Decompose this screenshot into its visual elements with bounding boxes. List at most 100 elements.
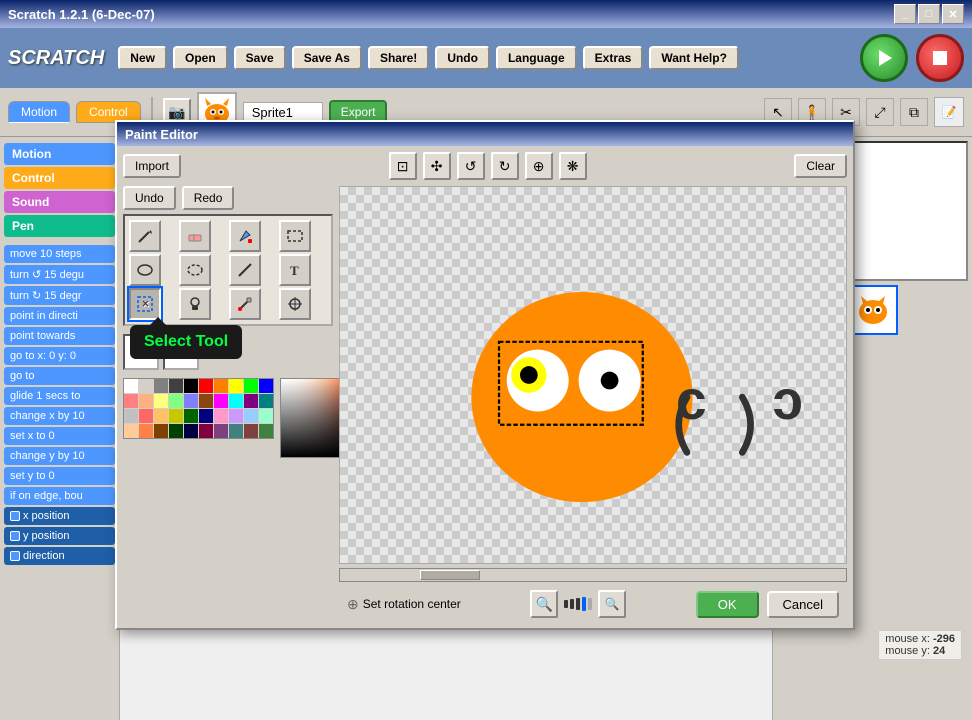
fill-tool[interactable]	[229, 220, 261, 252]
block-set-x[interactable]: set x to 0	[4, 427, 115, 445]
color-swatch[interactable]	[154, 379, 168, 393]
block-set-y[interactable]: set y to 0	[4, 467, 115, 485]
block-edge-bounce[interactable]: if on edge, bou	[4, 487, 115, 505]
color-swatch[interactable]	[214, 409, 228, 423]
color-swatch[interactable]	[139, 394, 153, 408]
color-swatch[interactable]	[184, 424, 198, 438]
stamp-tool[interactable]	[179, 288, 211, 320]
pe-cancel-button[interactable]: Cancel	[767, 591, 839, 618]
color-swatch[interactable]	[214, 424, 228, 438]
color-swatch[interactable]	[229, 379, 243, 393]
green-flag-button[interactable]	[860, 34, 908, 82]
ellipse-tool[interactable]	[129, 254, 161, 286]
crosshair-tool[interactable]	[279, 288, 311, 320]
color-swatch[interactable]	[139, 424, 153, 438]
tab-motion[interactable]: Motion	[8, 101, 70, 123]
color-swatch[interactable]	[169, 379, 183, 393]
rect-select-tool[interactable]	[279, 220, 311, 252]
block-point-direction[interactable]: point in directi	[4, 307, 115, 325]
block-glide[interactable]: glide 1 secs to	[4, 387, 115, 405]
block-move[interactable]: move 10 steps	[4, 245, 115, 263]
category-control[interactable]: Control	[4, 167, 115, 189]
pe-import-button[interactable]: Import	[123, 154, 181, 178]
expand-tool[interactable]: ⤢	[866, 98, 894, 126]
block-point-towards[interactable]: point towards	[4, 327, 115, 345]
color-swatch[interactable]	[169, 394, 183, 408]
block-y-position[interactable]: y position	[4, 527, 115, 545]
category-sound[interactable]: Sound	[4, 191, 115, 213]
maximize-button[interactable]: □	[918, 4, 940, 24]
color-swatch[interactable]	[259, 409, 273, 423]
block-turn-ccw[interactable]: turn ↺ 15 degu	[4, 265, 115, 284]
color-swatch[interactable]	[214, 379, 228, 393]
color-swatch[interactable]	[124, 394, 138, 408]
zoom-out-button[interactable]: 🔍	[530, 590, 558, 618]
block-change-x[interactable]: change x by 10	[4, 407, 115, 425]
color-swatch[interactable]	[184, 379, 198, 393]
category-motion[interactable]: Motion	[4, 143, 115, 165]
pe-ok-button[interactable]: OK	[696, 591, 759, 618]
pe-clear-button[interactable]: Clear	[794, 154, 847, 178]
ellipse-select-tool[interactable]	[179, 254, 211, 286]
color-swatch[interactable]	[139, 409, 153, 423]
color-swatch[interactable]	[259, 379, 273, 393]
block-x-position[interactable]: x position	[4, 507, 115, 525]
color-swatch[interactable]	[244, 379, 258, 393]
share-button[interactable]: Share!	[368, 46, 429, 70]
pe-horizontal-scrollbar[interactable]	[339, 568, 847, 582]
color-swatch[interactable]	[199, 424, 213, 438]
color-swatch[interactable]	[229, 424, 243, 438]
color-swatch[interactable]	[184, 409, 198, 423]
color-swatch[interactable]	[139, 379, 153, 393]
pe-move-icon[interactable]: ⊕	[525, 152, 553, 180]
block-direction[interactable]: direction	[4, 547, 115, 565]
pencil-tool[interactable]	[129, 220, 161, 252]
help-button[interactable]: Want Help?	[649, 46, 739, 70]
eyedropper-tool[interactable]	[229, 288, 261, 320]
pe-redo-button[interactable]: Redo	[182, 186, 235, 210]
color-swatch[interactable]	[124, 424, 138, 438]
color-swatch[interactable]	[244, 394, 258, 408]
scroll-thumb-h[interactable]	[420, 570, 480, 580]
block-change-y[interactable]: change y by 10	[4, 447, 115, 465]
pe-undo-icon[interactable]: ↺	[457, 152, 485, 180]
color-swatch[interactable]	[259, 394, 273, 408]
close-button[interactable]: ✕	[942, 4, 964, 24]
line-tool[interactable]	[229, 254, 261, 286]
color-swatch[interactable]	[154, 394, 168, 408]
pe-canvas[interactable]: ᴄ ᴄ	[339, 186, 847, 564]
marquee-tool[interactable]	[129, 288, 161, 320]
color-swatch[interactable]	[199, 379, 213, 393]
extras-button[interactable]: Extras	[583, 46, 644, 70]
copy-tool[interactable]: ⧉	[900, 98, 928, 126]
undo-button[interactable]: Undo	[435, 46, 490, 70]
block-go-to-xy[interactable]: go to x: 0 y: 0	[4, 347, 115, 365]
color-swatch[interactable]	[199, 394, 213, 408]
block-go-to[interactable]: go to	[4, 367, 115, 385]
zoom-in-button[interactable]: 🔍	[598, 590, 626, 618]
window-controls[interactable]: _ □ ✕	[894, 4, 964, 24]
color-swatch[interactable]	[259, 424, 273, 438]
color-swatch[interactable]	[169, 409, 183, 423]
color-swatch[interactable]	[154, 409, 168, 423]
color-swatch[interactable]	[184, 394, 198, 408]
category-pen[interactable]: Pen	[4, 215, 115, 237]
pe-redo-icon[interactable]: ↻	[491, 152, 519, 180]
pe-undo-button[interactable]: Undo	[123, 186, 176, 210]
color-swatch[interactable]	[124, 409, 138, 423]
color-swatch[interactable]	[124, 379, 138, 393]
open-button[interactable]: Open	[173, 46, 228, 70]
pe-transform-icon[interactable]: ❋	[559, 152, 587, 180]
language-button[interactable]: Language	[496, 46, 577, 70]
pe-grid-icon[interactable]: ✣	[423, 152, 451, 180]
stop-button[interactable]	[916, 34, 964, 82]
color-swatch[interactable]	[244, 409, 258, 423]
block-turn-cw[interactable]: turn ↻ 15 degr	[4, 286, 115, 305]
color-swatch[interactable]	[214, 394, 228, 408]
set-rotation-center[interactable]: ⊕ Set rotation center	[347, 596, 461, 613]
pe-resize-icon[interactable]: ⊡	[389, 152, 417, 180]
sprite-thumb-selected[interactable]	[848, 285, 898, 335]
save-button[interactable]: Save	[234, 46, 286, 70]
eraser-tool[interactable]	[179, 220, 211, 252]
text-tool[interactable]: T	[279, 254, 311, 286]
